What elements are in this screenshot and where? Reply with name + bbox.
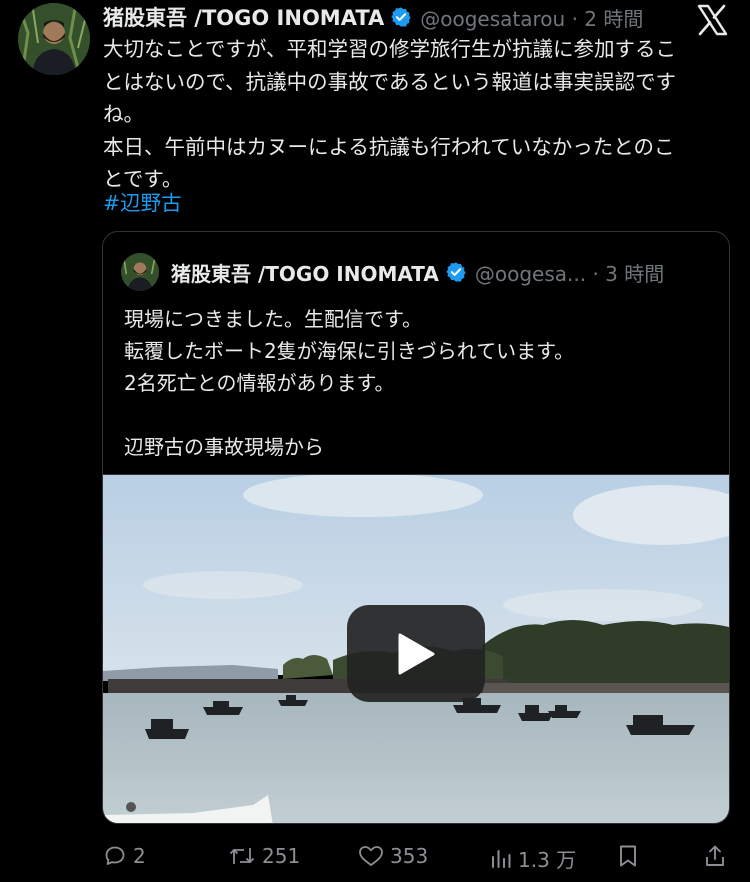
play-icon <box>398 633 435 674</box>
quoted-header: 猪股東吾 /TOGO INOMATA @oogesa... · 3 時間 <box>121 253 665 291</box>
bookmark-icon <box>620 845 636 867</box>
post-text-line: 本日、午前中はカヌーによる抗議も行われていなかったとのこ <box>103 134 675 159</box>
avatar-image <box>18 3 90 75</box>
post-header: 猪股東吾 /TOGO INOMATA @oogesatarou · 2 時間 <box>103 2 643 32</box>
verified-badge-icon <box>390 6 412 28</box>
quoted-text: 現場につきました。生配信です。 転覆したボート2隻が海保に引きづられています。 … <box>124 303 574 463</box>
share-button[interactable] <box>704 844 726 868</box>
views-icon <box>492 849 511 868</box>
bookmark-button[interactable] <box>617 844 639 868</box>
post-text-line: 大切なことですが、平和学習の修学旅行生が抗議に参加するこ <box>103 37 676 61</box>
quoted-author-name: 猪股東吾 /TOGO INOMATA <box>171 261 439 286</box>
quoted-text-line: 辺野古の事故現場から <box>124 435 324 459</box>
heart-icon <box>359 846 383 866</box>
views-button[interactable]: 1.3 万 <box>490 844 576 873</box>
repost-count: 251 <box>262 844 301 868</box>
handle-and-time: @oogesatarou · 2 時間 <box>420 6 644 31</box>
post-text-line: ね。 <box>103 102 144 126</box>
repost-button[interactable]: 251 <box>228 844 300 868</box>
post-text-line: とです。 <box>103 167 183 191</box>
quoted-handle-and-time: @oogesa... · 3 時間 <box>474 261 665 286</box>
view-count: 1.3 万 <box>518 848 577 872</box>
hashtag-link[interactable]: #辺野古 <box>103 186 182 216</box>
quoted-text-line: 2名死亡との情報があります。 <box>124 371 395 395</box>
author-name[interactable]: 猪股東吾 /TOGO INOMATA <box>103 2 384 32</box>
like-button[interactable]: 353 <box>358 844 428 868</box>
quoted-text-line: 転覆したボート2隻が海保に引きづられています。 <box>124 339 575 363</box>
action-bar: 2 251 353 1.3 万 <box>0 838 750 878</box>
repost-icon <box>229 848 255 864</box>
share-icon <box>706 845 724 866</box>
quoted-text-line: 現場につきました。生配信です。 <box>124 307 422 331</box>
video-thumbnail[interactable] <box>103 473 729 823</box>
quoted-text-line <box>124 399 574 431</box>
verified-badge-icon <box>445 261 467 283</box>
author-avatar[interactable] <box>18 3 90 75</box>
post-text-line: とはないので、抗議中の事故であるという報道は事実誤認です <box>103 69 676 94</box>
play-button[interactable] <box>347 605 485 702</box>
quoted-post[interactable]: 猪股東吾 /TOGO INOMATA @oogesa... · 3 時間 現場に… <box>102 231 730 824</box>
reply-icon <box>105 846 125 865</box>
like-count: 353 <box>390 844 429 868</box>
reply-count: 2 <box>133 844 146 868</box>
post-text: 大切なことですが、平和学習の修学旅行生が抗議に参加するこ とはないので、抗議中の… <box>103 33 733 196</box>
x-logo-icon <box>695 3 729 37</box>
reply-button[interactable]: 2 <box>103 844 146 868</box>
quoted-avatar <box>121 253 159 291</box>
